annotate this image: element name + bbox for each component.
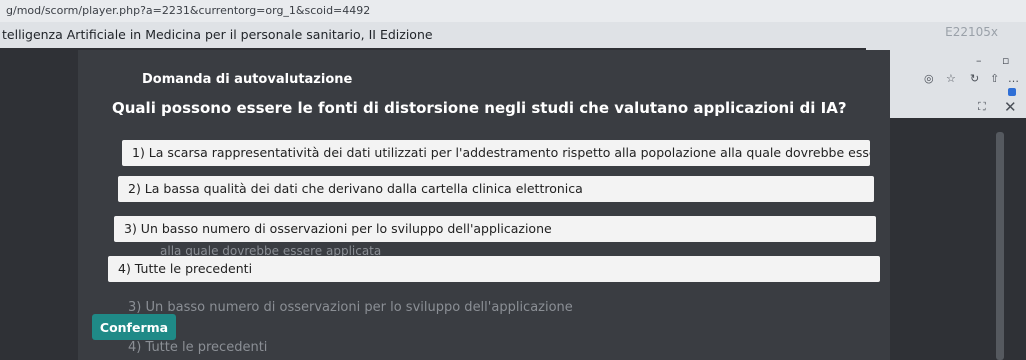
answer-option-4[interactable]: 4) Tutte le precedenti: [108, 256, 880, 282]
address-bar[interactable]: g/mod/scorm/player.php?a=2231&currentorg…: [0, 0, 1026, 22]
extension-icon[interactable]: [1008, 88, 1016, 96]
share-icon[interactable]: ⇧: [990, 72, 999, 85]
answer-option-3[interactable]: 3) Un basso numero di osservazioni per l…: [114, 216, 876, 242]
favorite-star-icon[interactable]: ☆: [946, 72, 956, 85]
refresh-icon[interactable]: ↻: [970, 72, 979, 85]
more-icon[interactable]: …: [1008, 72, 1019, 85]
confirm-button[interactable]: Conferma: [92, 314, 176, 340]
answer-option-2[interactable]: 2) La bassa qualità dei dati che derivan…: [118, 176, 874, 202]
watermark: E22105x: [945, 25, 998, 39]
maximize-icon[interactable]: ▫: [1002, 54, 1009, 67]
scrollbar[interactable]: [996, 132, 1004, 360]
minimize-icon[interactable]: –: [976, 54, 982, 67]
answer-option-1[interactable]: 1) La scarsa rappresentatività dei dati …: [122, 140, 870, 166]
question-text: Quali possono essere le fonti di distors…: [112, 99, 847, 117]
browser-toolbar: ◎ ☆ ↻ ⇧ … ⛶ ✕ – ▫: [866, 48, 1026, 118]
close-icon[interactable]: ✕: [1004, 98, 1017, 116]
account-icon[interactable]: ◎: [924, 72, 934, 85]
course-title: telligenza Artificiale in Medicina per i…: [0, 22, 1026, 48]
ghost-text-line-3: 4) Tutte le precedenti: [128, 340, 268, 355]
ghost-text-line-2: 3) Un basso numero di osservazioni per l…: [128, 300, 573, 315]
dialog-heading: Domanda di autovalutazione: [142, 72, 353, 87]
fullscreen-icon[interactable]: ⛶: [978, 100, 986, 114]
